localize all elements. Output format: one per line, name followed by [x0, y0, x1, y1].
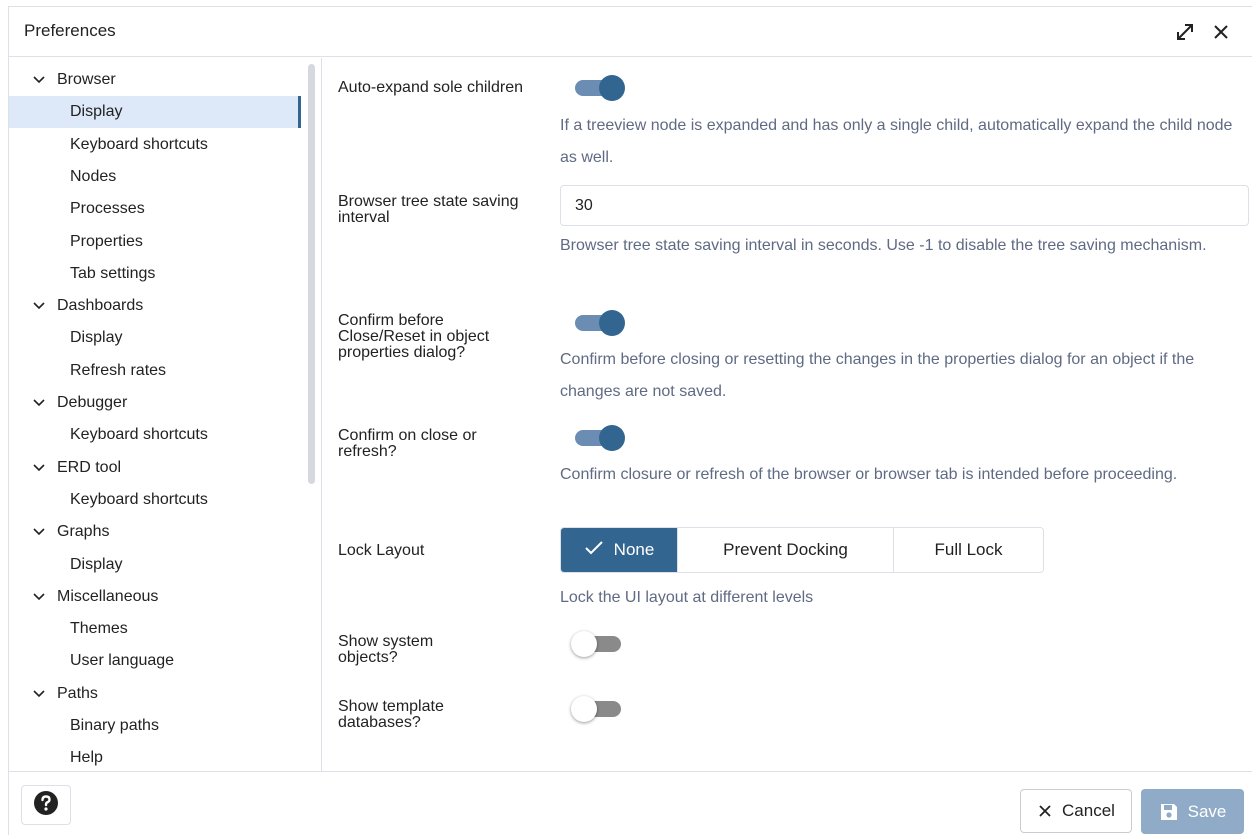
tree-group-label: Paths [57, 684, 98, 702]
tree-item-display[interactable]: Display [9, 322, 301, 354]
tree-item-tab-settings[interactable]: Tab settings [9, 258, 301, 290]
lock-layout-prevent-docking-button[interactable]: Prevent Docking [678, 528, 894, 572]
tree-item-label: Help [70, 749, 103, 767]
preferences-tree: Browser Display Keyboard shortcuts Nodes Pro… [9, 58, 322, 771]
tree-group-label: Browser [57, 71, 116, 88]
tree-item-display[interactable]: Display [9, 96, 301, 129]
show-system-objects-switch[interactable] [571, 628, 627, 658]
tree-group-browser[interactable]: Browser [9, 64, 301, 96]
tree-item-label: Keyboard shortcuts [70, 490, 208, 508]
tree-group-graphs[interactable]: Graphs [9, 516, 301, 548]
tree-item-refresh-rates[interactable]: Refresh rates [9, 355, 301, 387]
close-icon [1037, 803, 1053, 819]
confirm-close-reset-switch[interactable] [571, 307, 627, 337]
preferences-dialog: Preferences Browser Display Keyboard short… [8, 6, 1252, 835]
show-template-databases-switch[interactable] [571, 693, 627, 723]
tree-item-nodes[interactable]: Nodes [9, 161, 301, 193]
tree-item-user-language[interactable]: User language [9, 645, 301, 677]
confirm-close-help: Confirm closure or refresh of the browse… [560, 466, 1178, 483]
cancel-button[interactable]: Cancel [1020, 789, 1132, 833]
chevron-down-icon[interactable] [33, 464, 45, 472]
switch-knob [599, 75, 625, 101]
tree-group-label: Dashboards [57, 297, 144, 315]
chevron-down-icon[interactable] [33, 593, 45, 601]
tree-group-debugger[interactable]: Debugger [9, 387, 301, 419]
chevron-down-icon[interactable] [33, 690, 45, 698]
tree-item-keyboard-shortcuts[interactable]: Keyboard shortcuts [9, 129, 301, 161]
tree-item-keyboard-shortcuts[interactable]: Keyboard shortcuts [9, 419, 301, 451]
tree-interval-input[interactable] [560, 185, 1249, 226]
switch-knob [599, 425, 625, 451]
switch-knob [599, 310, 625, 336]
show-template-databases-label: Show template databases? [338, 698, 444, 731]
lock-layout-none-label: None [613, 540, 655, 559]
tree-item-binary-paths[interactable]: Binary paths [9, 710, 301, 742]
tree-item-label: Processes [70, 200, 145, 218]
auto-expand-help: If a treeview node is expanded and has o… [560, 117, 1233, 166]
tree-group-label: ERD tool [57, 458, 122, 476]
auto-expand-switch[interactable] [571, 72, 627, 102]
lock-layout-full-lock-button[interactable]: Full Lock [894, 528, 1043, 572]
check-icon [584, 540, 604, 561]
chevron-down-icon[interactable] [33, 528, 45, 536]
tree-interval-label: Browser tree state saving interval [338, 193, 519, 226]
save-button[interactable]: Save [1141, 789, 1244, 834]
tree-item-label: Binary paths [70, 717, 159, 734]
lock-layout-prevent-docking-label: Prevent Docking [723, 540, 848, 559]
tree-item-label: Display [70, 103, 123, 121]
tree-item-label: Display [70, 329, 123, 347]
switch-knob [571, 631, 597, 657]
switch-knob [571, 696, 597, 722]
help-icon [33, 790, 59, 821]
dialog-title: Preferences [24, 21, 116, 40]
help-button[interactable] [21, 785, 71, 825]
save-label: Save [1187, 801, 1227, 821]
tree-group-label: Graphs [57, 523, 110, 541]
tree-item-label: Themes [70, 620, 128, 638]
tree-item-label: Nodes [70, 167, 117, 185]
dialog-footer: Cancel Save [9, 771, 1252, 835]
tree-item-label: User language [70, 652, 175, 670]
cancel-label: Cancel [1062, 801, 1115, 820]
expand-icon[interactable] [1174, 21, 1196, 43]
lock-layout-toggle-group: None Prevent Docking Full Lock [560, 527, 1044, 573]
tree-interval-help: Browser tree state saving interval in se… [560, 237, 1207, 254]
tree-item-label: Properties [70, 232, 143, 250]
lock-layout-label: Lock Layout [338, 542, 425, 559]
confirm-close-switch[interactable] [571, 422, 627, 452]
close-icon[interactable] [1210, 21, 1232, 43]
lock-layout-help: Lock the UI layout at different levels [560, 589, 814, 606]
tree-item-processes[interactable]: Processes [9, 193, 301, 225]
sidebar-scroll-thumb[interactable] [308, 64, 315, 484]
chevron-down-icon[interactable] [33, 302, 45, 310]
tree-group-label: Debugger [57, 394, 128, 411]
confirm-close-reset-help: Confirm before closing or resetting the … [560, 351, 1195, 400]
tree-item-label: Keyboard shortcuts [70, 426, 208, 444]
confirm-close-label: Confirm on close or refresh? [338, 427, 477, 460]
dialog-titlebar: Preferences [9, 7, 1252, 57]
tree-group-dashboards[interactable]: Dashboards [9, 290, 301, 322]
confirm-close-reset-label: Confirm before Close/Reset in object pro… [338, 312, 490, 361]
settings-panel: Auto-expand sole children If a treeview … [323, 58, 1252, 771]
auto-expand-label: Auto-expand sole children [338, 79, 524, 96]
lock-layout-none-button[interactable]: None [561, 528, 678, 572]
chevron-down-icon[interactable] [33, 399, 45, 407]
lock-layout-full-lock-label: Full Lock [934, 540, 1003, 559]
tree-group-erd-tool[interactable]: ERD tool [9, 452, 301, 484]
tree-group-paths[interactable]: Paths [9, 678, 301, 710]
tree-item-properties[interactable]: Properties [9, 226, 301, 258]
tree-item-display[interactable]: Display [9, 549, 301, 581]
tree-group-miscellaneous[interactable]: Miscellaneous [9, 581, 301, 613]
chevron-down-icon[interactable] [33, 76, 45, 84]
tree-group-label: Miscellaneous [57, 587, 159, 605]
tree-item-label: Keyboard shortcuts [70, 135, 208, 153]
tree-item-label: Display [70, 555, 123, 573]
show-system-objects-label: Show system objects? [338, 633, 434, 666]
tree-item-label: Refresh rates [70, 361, 167, 379]
tree-item-label: Tab settings [70, 264, 156, 282]
tree-item-themes[interactable]: Themes [9, 613, 301, 645]
tree-item-help[interactable]: Help [9, 742, 301, 771]
tree-item-keyboard-shortcuts[interactable]: Keyboard shortcuts [9, 484, 301, 516]
floppy-disk-icon [1159, 802, 1179, 822]
